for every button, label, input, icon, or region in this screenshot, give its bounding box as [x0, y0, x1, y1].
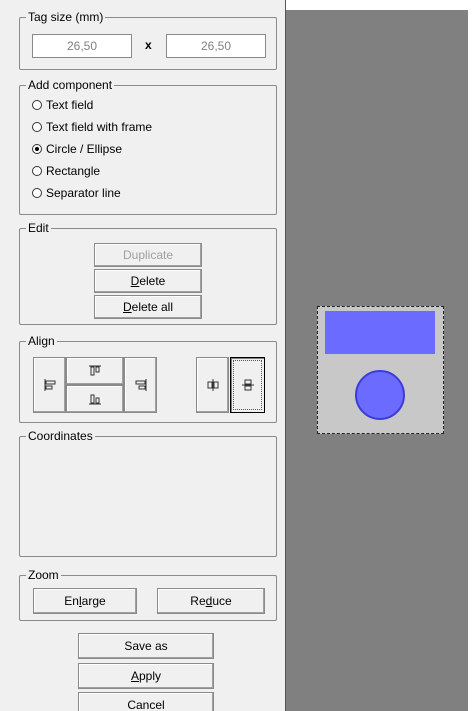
radio-rectangle[interactable]: Rectangle: [32, 163, 100, 179]
edit-title: Edit: [26, 221, 51, 235]
duplicate-button[interactable]: Duplicate: [94, 243, 202, 267]
tag-canvas[interactable]: [286, 10, 468, 711]
radio-rectangle-indicator[interactable]: [32, 166, 42, 176]
align-right-icon: [135, 379, 146, 391]
coordinates-title: Coordinates: [26, 429, 95, 443]
radio-text-field[interactable]: Text field: [32, 97, 93, 113]
size-separator-label: x: [145, 38, 152, 52]
circle-component[interactable]: [355, 370, 405, 420]
reduce-label-end: uce: [212, 594, 232, 608]
radio-text-field-frame[interactable]: Text field with frame: [32, 119, 152, 135]
delete-all-button[interactable]: Delete all: [94, 295, 202, 319]
radio-rectangle-label: Rectangle: [46, 164, 101, 178]
center-vertical-button[interactable]: [230, 357, 265, 413]
center-horizontal-button[interactable]: [196, 357, 229, 413]
radio-circle-ellipse-indicator[interactable]: [32, 144, 42, 154]
add-component-group: Add component Text field Text field with…: [19, 78, 277, 215]
radio-text-field-frame-indicator[interactable]: [32, 122, 42, 132]
edit-group: Edit Duplicate Delete Delete all: [19, 221, 277, 325]
center-horizontal-icon: [207, 379, 218, 391]
radio-text-field-indicator[interactable]: [32, 100, 42, 110]
align-bottom-button[interactable]: [66, 385, 124, 413]
radio-separator-line[interactable]: Separator line: [32, 185, 121, 201]
align-right-button[interactable]: [124, 357, 157, 413]
delete-mnemonic: D: [130, 274, 140, 288]
align-left-icon: [44, 379, 55, 391]
tag-size-title: Tag size (mm): [26, 10, 106, 24]
tag-preview[interactable]: [317, 306, 444, 434]
add-component-title: Add component: [26, 78, 115, 92]
apply-button[interactable]: Apply: [78, 663, 214, 689]
save-as-button[interactable]: Save as: [78, 633, 214, 659]
center-vertical-icon: [241, 379, 254, 391]
enlarge-label-start: En: [64, 594, 79, 608]
enlarge-button[interactable]: Enlarge: [33, 588, 137, 614]
align-top-button[interactable]: [66, 357, 124, 385]
radio-separator-line-label: Separator line: [46, 186, 121, 200]
enlarge-label-end: arge: [81, 594, 106, 608]
tag-size-group: Tag size (mm) 26,50 x 26,50: [19, 10, 277, 70]
align-top-icon: [89, 365, 101, 376]
zoom-title: Zoom: [26, 568, 61, 582]
radio-separator-line-indicator[interactable]: [32, 188, 42, 198]
zoom-group: Zoom Enlarge Reduce: [19, 568, 277, 621]
rectangle-component[interactable]: [325, 311, 435, 354]
coordinates-group: Coordinates: [19, 429, 277, 557]
radio-text-field-label: Text field: [46, 98, 94, 112]
align-bottom-icon: [89, 394, 101, 405]
delete-label: elete: [139, 274, 166, 288]
tag-width-field[interactable]: 26,50: [32, 34, 132, 58]
delete-all-label: elete all: [131, 300, 174, 314]
align-group: Align: [19, 334, 277, 423]
align-left-button[interactable]: [33, 357, 66, 413]
align-title: Align: [26, 334, 57, 348]
cancel-button[interactable]: Cancel: [78, 692, 214, 711]
settings-panel: Tag size (mm) 26,50 x 26,50 Add componen…: [0, 0, 286, 711]
reduce-button[interactable]: Reduce: [157, 588, 265, 614]
reduce-label-start: Re: [190, 594, 206, 608]
radio-text-field-frame-label: Text field with frame: [46, 120, 153, 134]
apply-mnemonic: A: [130, 669, 139, 683]
tag-height-field[interactable]: 26,50: [166, 34, 266, 58]
delete-all-mnemonic: D: [122, 300, 132, 314]
delete-button[interactable]: Delete: [94, 269, 202, 293]
apply-label: pply: [139, 669, 162, 683]
radio-circle-ellipse-label: Circle / Ellipse: [46, 142, 123, 156]
radio-circle-ellipse[interactable]: Circle / Ellipse: [32, 141, 122, 157]
